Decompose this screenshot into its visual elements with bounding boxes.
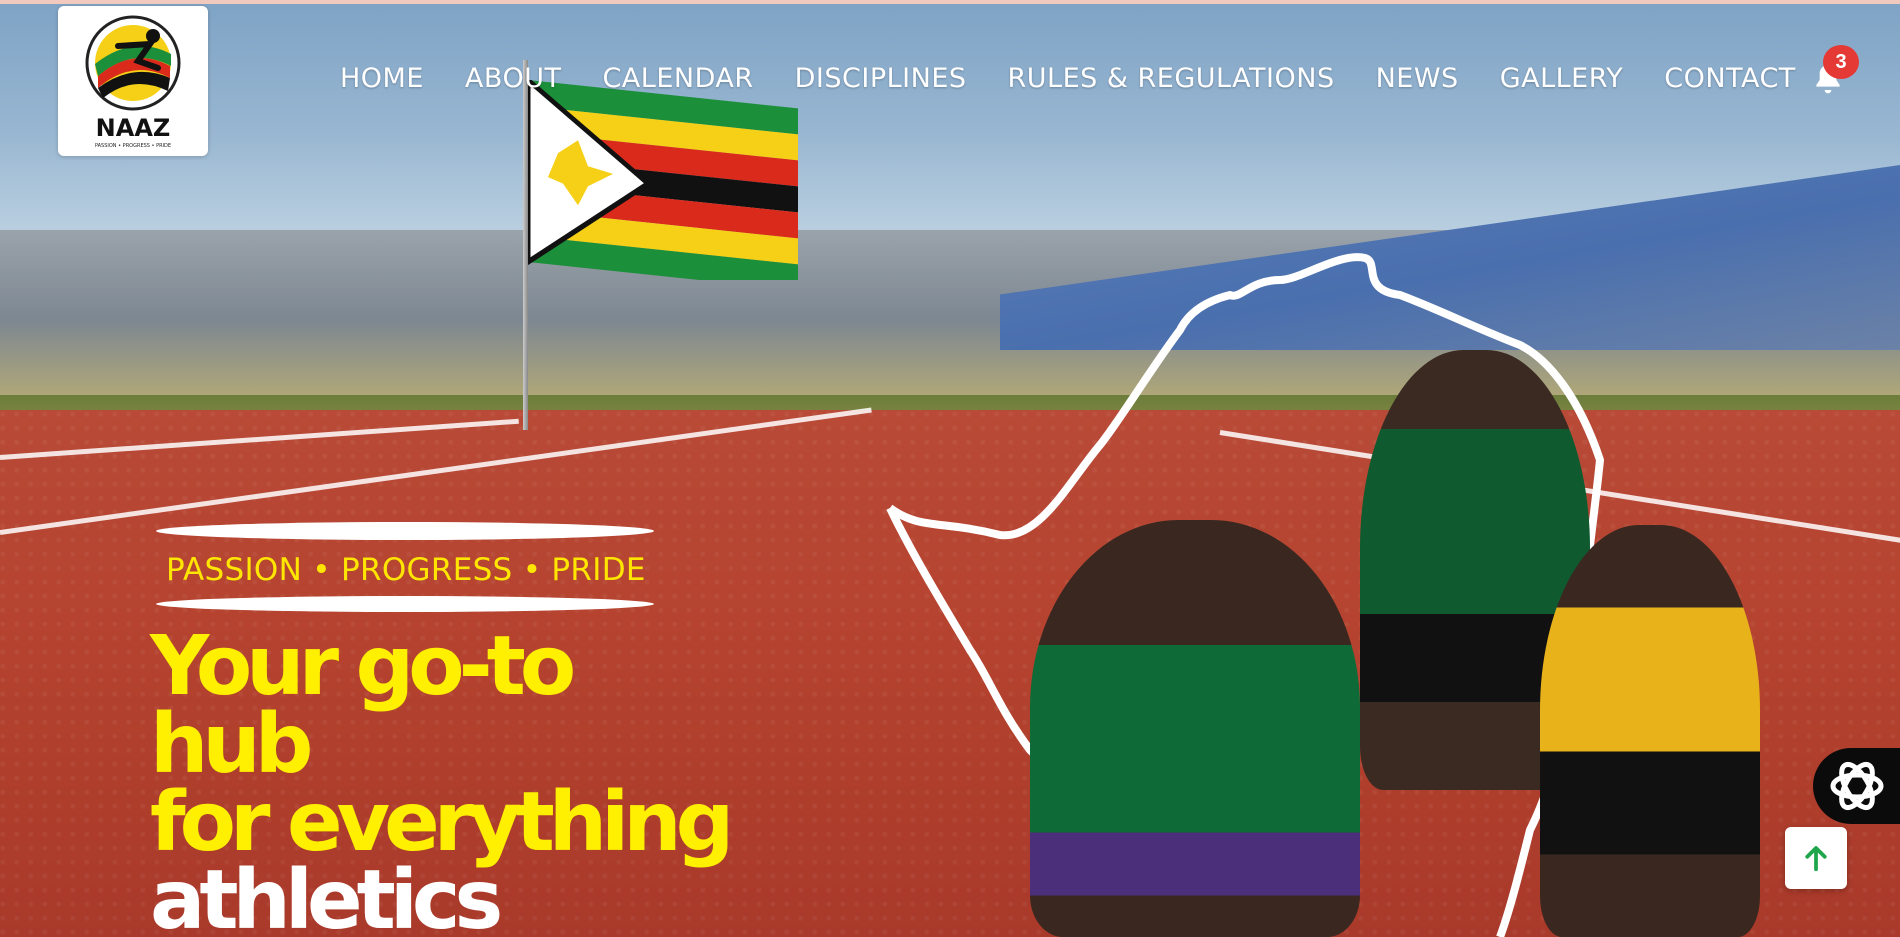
headline-line-2: for everything xyxy=(150,775,734,870)
zimbabwe-flag-image xyxy=(528,80,798,280)
athlete-runner-woman-image xyxy=(1030,520,1360,937)
chat-assistant-icon xyxy=(1830,762,1884,810)
headline-line-1: Your go-to hub xyxy=(150,619,576,792)
nav-item-news[interactable]: NEWS xyxy=(1376,63,1459,94)
logo-wordmark: NAAZ xyxy=(95,114,171,142)
logo-tagline: PASSION • PROGRESS • PRIDE xyxy=(94,143,172,149)
brush-stroke-top xyxy=(156,522,654,540)
notification-count-badge: 3 xyxy=(1823,45,1859,79)
site-logo[interactable]: NAAZ PASSION • PROGRESS • PRIDE xyxy=(58,6,208,156)
nav-item-gallery[interactable]: GALLERY xyxy=(1500,63,1624,94)
brush-stroke-bottom xyxy=(156,596,654,612)
hero-tagline: PASSION • PROGRESS • PRIDE xyxy=(166,552,646,588)
nav-item-home[interactable]: HOME xyxy=(340,63,424,94)
scroll-to-top-button[interactable] xyxy=(1785,827,1847,889)
nav-item-calendar[interactable]: CALENDAR xyxy=(602,63,753,94)
hero-banner: PASSION • PROGRESS • PRIDE Your go-to hu… xyxy=(0,0,1900,937)
nav-item-rules-regulations[interactable]: RULES & REGULATIONS xyxy=(1008,63,1335,94)
nav-item-contact[interactable]: CONTACT xyxy=(1664,63,1796,94)
nav-item-about[interactable]: ABOUT xyxy=(465,63,562,94)
main-navigation: HOME ABOUT CALENDAR DISCIPLINES RULES & … xyxy=(340,58,1796,98)
hero-headline: Your go-to hub for everything athletics xyxy=(150,619,750,937)
chat-assistant-button[interactable] xyxy=(1813,748,1900,824)
logo-emblem-icon xyxy=(85,15,181,111)
top-accent-strip xyxy=(0,0,1900,4)
athlete-sprinter-image xyxy=(1540,525,1760,937)
nav-item-disciplines[interactable]: DISCIPLINES xyxy=(795,63,967,94)
arrow-up-icon xyxy=(1805,846,1827,872)
headline-line-3: athletics xyxy=(150,853,503,937)
